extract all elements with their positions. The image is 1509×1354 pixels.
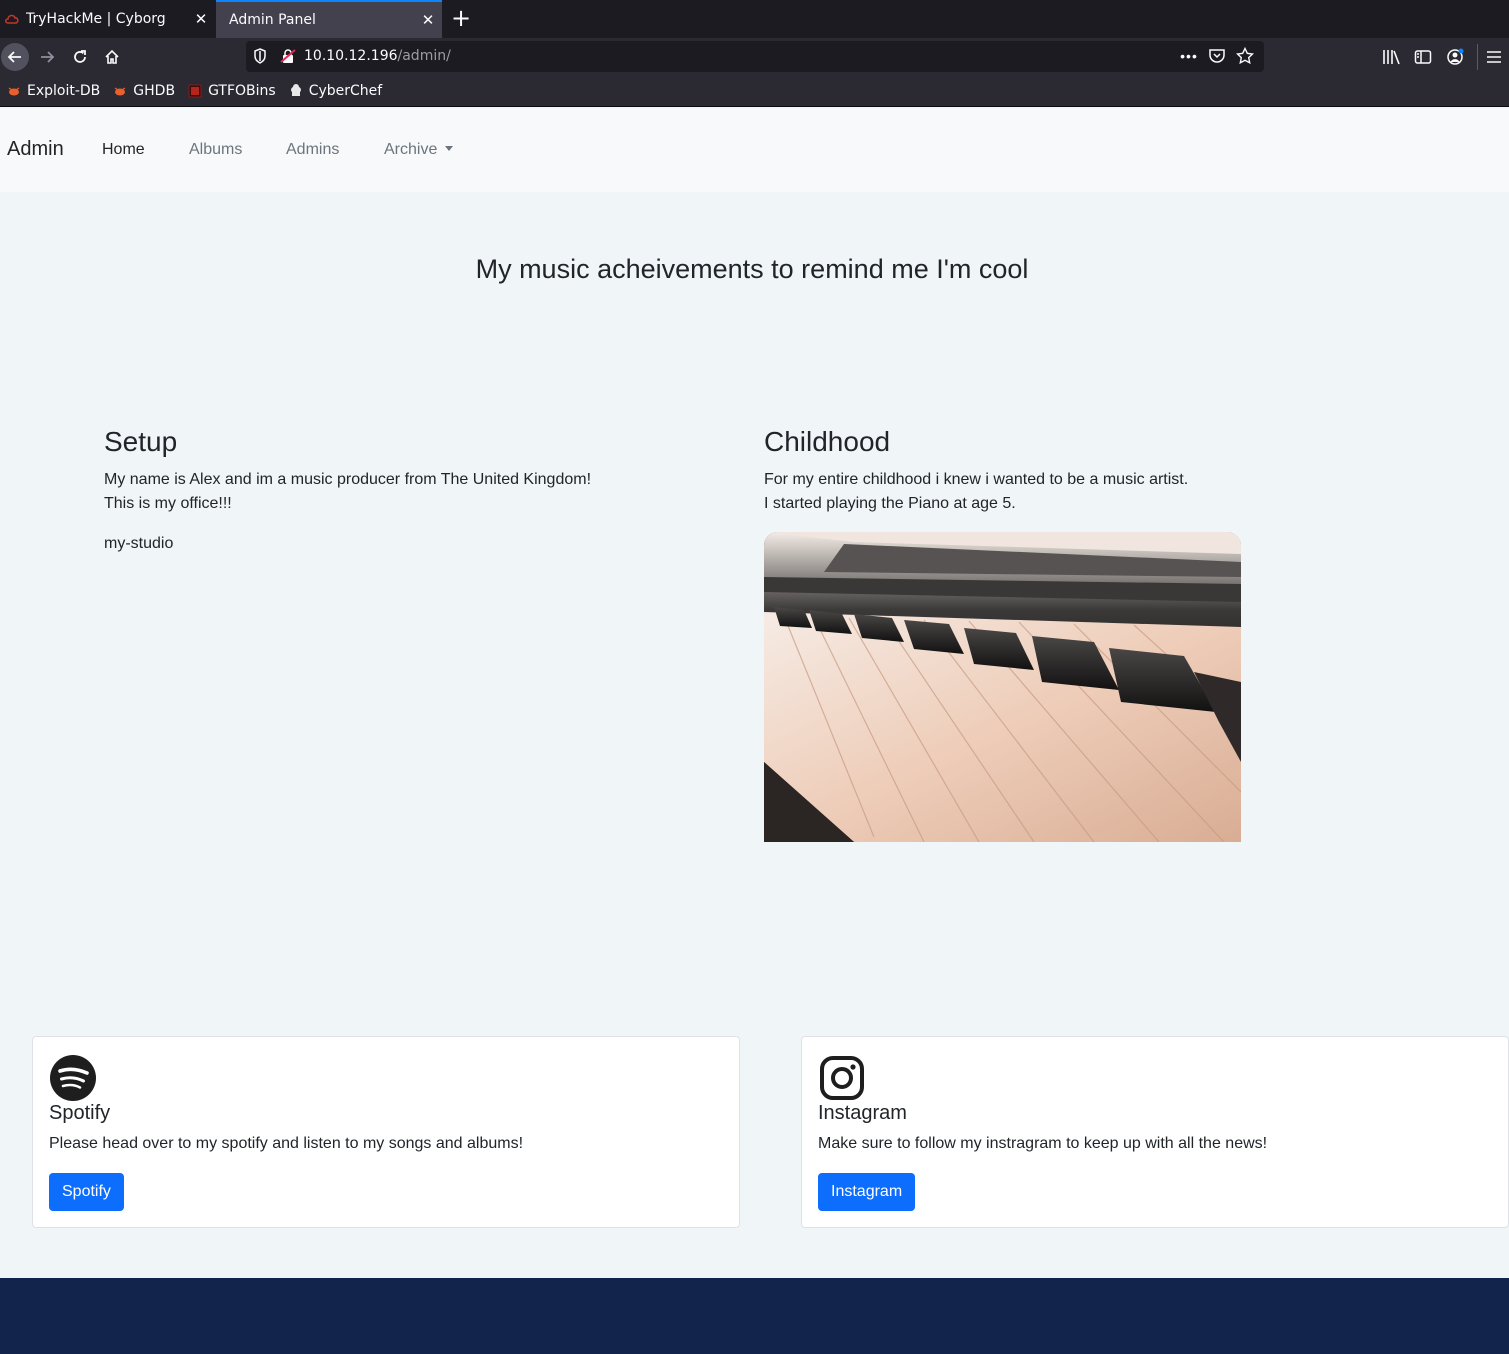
close-tab-icon[interactable]: ✕	[187, 10, 215, 28]
nav-dropdown-archive[interactable]: Archive	[384, 141, 454, 159]
card-text: Make sure to follow my instragram to kee…	[818, 1135, 1268, 1152]
instagram-card: Instagram Make sure to follow my instrag…	[801, 1036, 1509, 1228]
account-icon[interactable]	[1439, 44, 1471, 70]
more-actions-icon[interactable]: •••	[1180, 45, 1198, 67]
childhood-line-1: For my entire childhood i knew i wanted …	[764, 471, 1189, 488]
insecure-lock-icon[interactable]	[280, 48, 296, 69]
nav-link-albums[interactable]: Albums	[189, 141, 242, 159]
setup-studio-text: my-studio	[104, 535, 174, 552]
bookmark-star-icon[interactable]	[1236, 45, 1254, 67]
instagram-button[interactable]: Instagram	[818, 1173, 916, 1211]
setup-line-2: This is my office!!!	[104, 495, 232, 512]
bookmark-exploit-db[interactable]: Exploit-DB	[6, 83, 100, 99]
tab-title: TryHackMe | Cyborg	[26, 11, 166, 27]
bookmark-gtfobins[interactable]: GTFOBins	[187, 83, 276, 99]
browser-toolbar: 10.10.12.196/admin/ •••	[0, 38, 1509, 76]
pocket-icon[interactable]	[1208, 45, 1226, 67]
spotify-button[interactable]: Spotify	[49, 1173, 124, 1211]
tracking-shield-icon[interactable]	[252, 47, 268, 70]
instagram-icon	[820, 1056, 864, 1100]
bookmark-label: CyberChef	[308, 83, 383, 99]
hamburger-menu-icon[interactable]	[1477, 44, 1509, 70]
browser-tab-admin-panel[interactable]: Admin Panel ✕	[216, 0, 442, 38]
childhood-line-2: I started playing the Piano at age 5.	[764, 495, 1016, 512]
setup-text: My name is Alex and im a music producer …	[104, 468, 591, 516]
new-tab-icon[interactable]: +	[448, 4, 474, 34]
bookmark-ghdb[interactable]: GHDB	[112, 83, 175, 99]
bookmark-label: Exploit-DB	[27, 83, 101, 99]
back-arrow-icon	[7, 51, 21, 63]
card-title: Instagram	[818, 1102, 907, 1124]
bookmark-cyberchef[interactable]: CyberChef	[288, 83, 383, 99]
home-button[interactable]	[98, 43, 126, 71]
chef-icon	[288, 83, 304, 99]
childhood-text: For my entire childhood i knew i wanted …	[764, 468, 1188, 516]
forward-arrow-icon	[41, 51, 55, 63]
close-tab-icon[interactable]: ✕	[414, 11, 442, 29]
spotify-card: Spotify Please head over to my spotify a…	[32, 1036, 740, 1228]
setup-heading: Setup	[104, 426, 178, 457]
bookmark-label: GHDB	[133, 83, 176, 99]
back-button[interactable]	[1, 43, 29, 71]
childhood-heading: Childhood	[764, 426, 891, 457]
url-text[interactable]: 10.10.12.196/admin/	[304, 48, 451, 64]
bookmark-label: GTFOBins	[208, 83, 276, 99]
browser-tab-tryhackme[interactable]: TryHackMe | Cyborg ✕	[0, 0, 215, 38]
nav-link-admins[interactable]: Admins	[286, 141, 339, 159]
url-bar[interactable]: 10.10.12.196/admin/ •••	[246, 41, 1264, 72]
bookmarks-bar: Exploit-DB GHDB GTFOBins CyberChef	[0, 76, 1509, 107]
reload-button[interactable]	[66, 43, 94, 71]
spotify-icon	[50, 1055, 96, 1101]
forward-button[interactable]	[33, 43, 61, 71]
setup-line-1: My name is Alex and im a music producer …	[104, 471, 592, 488]
gtfobins-icon	[187, 83, 203, 99]
tab-title: Admin Panel	[229, 12, 316, 28]
sidebar-icon[interactable]	[1407, 44, 1439, 70]
tryhackme-favicon-icon	[4, 13, 20, 25]
nav-dropdown-label: Archive	[384, 141, 438, 158]
bug-icon	[6, 83, 22, 99]
card-text: Please head over to my spotify and liste…	[49, 1135, 524, 1152]
library-icon[interactable]	[1375, 44, 1407, 70]
page-title: My music acheivements to remind me I'm c…	[475, 254, 1029, 284]
url-host: 10.10.12.196	[304, 48, 398, 64]
nav-link-home[interactable]: Home	[102, 141, 145, 159]
home-icon	[105, 49, 119, 64]
reload-icon	[74, 50, 86, 63]
card-title: Spotify	[49, 1102, 111, 1124]
page-footer	[0, 1278, 1509, 1354]
caret-down-icon	[445, 146, 454, 151]
bug-icon	[112, 83, 128, 99]
navbar-brand[interactable]: Admin	[7, 138, 64, 161]
url-path: /admin/	[397, 48, 451, 64]
piano-keys-photo	[764, 532, 1241, 842]
site-navbar: Admin Home Albums Admins Archive	[0, 108, 1509, 192]
browser-tab-bar: TryHackMe | Cyborg ✕ Admin Panel ✕ +	[0, 0, 1509, 38]
